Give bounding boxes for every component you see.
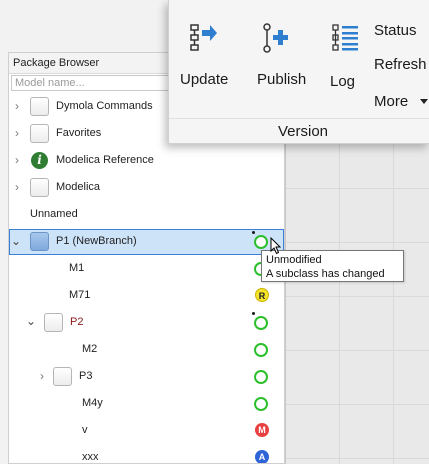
- tree-item-p2[interactable]: ⌄ P2: [9, 310, 284, 336]
- chevron-right-icon[interactable]: ›: [12, 126, 22, 140]
- publish-icon: [263, 23, 288, 53]
- tree-item-label: M4y: [82, 397, 103, 409]
- status-modified-badge[interactable]: M: [255, 423, 269, 437]
- tree-item-unnamed[interactable]: Unnamed: [9, 202, 284, 228]
- chevron-right-icon[interactable]: ›: [37, 369, 47, 383]
- tree-item-m71[interactable]: M71 R: [9, 283, 284, 309]
- package-icon: [30, 178, 49, 197]
- tree-item-label: M2: [82, 343, 98, 355]
- update-label: Update: [180, 71, 229, 88]
- status-unmodified-icon[interactable]: [254, 235, 268, 249]
- publish-label: Publish: [257, 71, 307, 88]
- package-icon: [30, 97, 49, 116]
- log-icon: [332, 24, 358, 51]
- chevron-right-icon[interactable]: ›: [12, 153, 22, 167]
- tree-item-m2[interactable]: M2: [9, 337, 284, 363]
- tree-item-p3[interactable]: › P3: [9, 364, 284, 390]
- package-icon: [30, 124, 49, 143]
- refresh-button[interactable]: Refresh: [374, 56, 427, 73]
- status-unmodified-icon[interactable]: [254, 370, 268, 384]
- version-ribbon-group: Update Publish Log Status Refresh More V…: [168, 0, 429, 144]
- package-icon: [30, 232, 49, 251]
- update-icon: [190, 24, 217, 51]
- mouse-cursor-icon: [270, 237, 282, 255]
- tree-item-label: M71: [69, 289, 91, 301]
- tree-item-label: Modelica Reference: [56, 154, 154, 166]
- tree-item-label: xxx: [82, 451, 99, 463]
- tooltip-description: A subclass has changed: [266, 268, 385, 280]
- tree-item-label: v: [82, 424, 88, 436]
- chevron-down-icon[interactable]: ⌄: [11, 234, 21, 248]
- tree-item-modelica[interactable]: › Modelica: [9, 175, 284, 201]
- ribbon-group-separator: [169, 118, 429, 119]
- tree-item-v[interactable]: v M: [9, 418, 284, 444]
- status-button[interactable]: Status: [374, 22, 417, 39]
- tree-item-xxx[interactable]: xxx A: [9, 445, 284, 463]
- tree-item-m4y[interactable]: M4y: [9, 391, 284, 417]
- package-icon: [44, 313, 63, 332]
- ribbon-group-label: Version: [277, 123, 329, 140]
- tree-item-label: P1 (NewBranch): [56, 235, 137, 247]
- status-tooltip: Unmodified A subclass has changed: [261, 250, 404, 282]
- log-label: Log: [330, 73, 356, 90]
- more-label: More: [374, 93, 409, 110]
- tree-item-label: P2: [70, 316, 84, 328]
- tree-item-label: M1: [69, 262, 85, 274]
- tree-item-m1[interactable]: M1: [9, 256, 284, 282]
- tree-item-label: Modelica: [56, 181, 101, 193]
- chevron-right-icon[interactable]: ›: [12, 180, 22, 194]
- tree-item-p1-newbranch[interactable]: ⌄ P1 (NewBranch): [9, 229, 284, 255]
- chevron-down-icon[interactable]: ⌄: [26, 314, 36, 328]
- tree-item-label: Unnamed: [30, 208, 78, 220]
- status-unmodified-icon[interactable]: [254, 397, 268, 411]
- tooltip-title: Unmodified: [266, 254, 322, 266]
- package-icon: [53, 367, 72, 386]
- tree-item-modelica-reference[interactable]: › i Modelica Reference: [9, 148, 284, 174]
- chevron-right-icon[interactable]: ›: [12, 99, 22, 113]
- tree-item-label: Favorites: [56, 127, 102, 139]
- tree-item-label: P3: [79, 370, 93, 382]
- dropdown-arrow-icon: [420, 99, 428, 104]
- status-unmodified-icon[interactable]: [254, 343, 268, 357]
- info-icon: i: [31, 152, 48, 169]
- status-added-badge[interactable]: A: [255, 450, 269, 463]
- tree-item-label: Dymola Commands: [56, 100, 153, 112]
- status-renamed-badge[interactable]: R: [255, 288, 269, 302]
- modified-dot-icon: [252, 231, 255, 234]
- modified-dot-icon: [252, 312, 255, 315]
- status-unmodified-icon[interactable]: [254, 316, 268, 330]
